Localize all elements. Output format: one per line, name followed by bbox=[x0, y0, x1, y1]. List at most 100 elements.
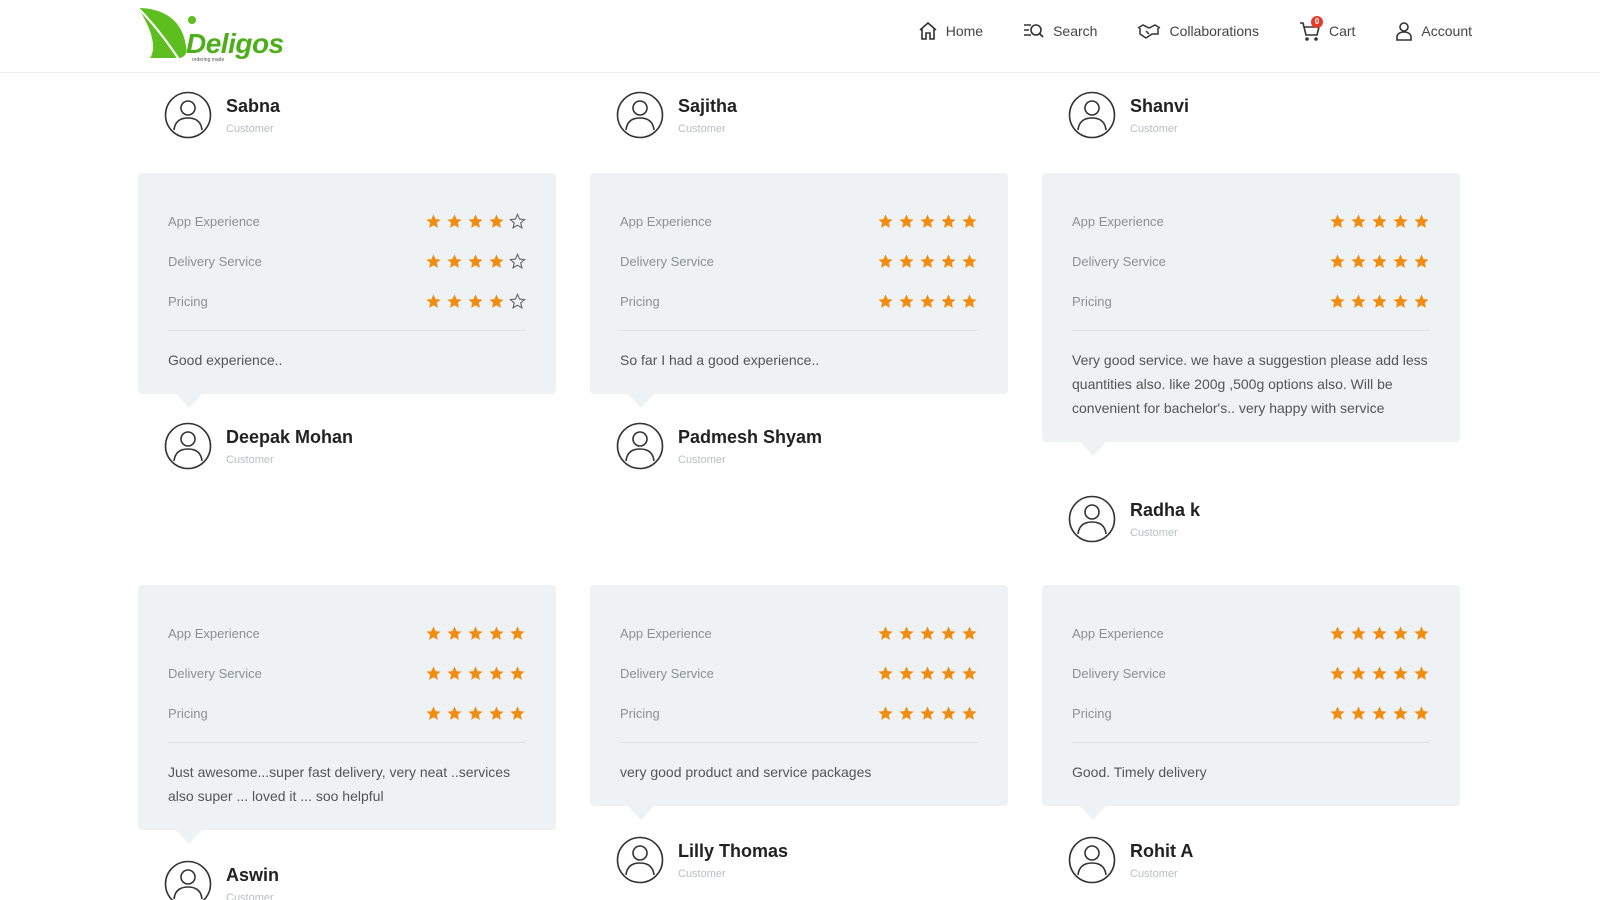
nav-account[interactable]: Account bbox=[1395, 21, 1472, 41]
star-rating bbox=[425, 625, 526, 642]
brand-tagline: ordering made bbox=[192, 57, 225, 63]
rating-label: App Experience bbox=[1072, 625, 1164, 641]
star-rating bbox=[1329, 253, 1430, 270]
star-filled-icon bbox=[1414, 625, 1429, 640]
star-filled-icon bbox=[447, 665, 462, 680]
star-filled-icon bbox=[962, 625, 977, 640]
rating-label: App Experience bbox=[620, 625, 712, 641]
review-comment: Good. Timely delivery bbox=[1072, 764, 1207, 780]
star-filled-icon bbox=[468, 253, 483, 268]
rating-label: Pricing bbox=[168, 293, 208, 309]
star-filled-icon bbox=[878, 213, 893, 228]
avatar-icon bbox=[1068, 91, 1116, 139]
star-filled-icon bbox=[920, 625, 935, 640]
star-filled-icon bbox=[1351, 625, 1366, 640]
rating-label: Pricing bbox=[1072, 705, 1112, 721]
main-nav: Home Search Collaborations 0 Cart Accoun… bbox=[918, 16, 1472, 42]
star-filled-icon bbox=[941, 665, 956, 680]
star-filled-icon bbox=[1414, 213, 1429, 228]
star-filled-icon bbox=[899, 705, 914, 720]
nav-home-label: Home bbox=[945, 23, 984, 39]
review-comment: Very good service. we have a suggestion … bbox=[1072, 352, 1428, 416]
review-card: App Experience Delivery Service Pricing ver… bbox=[590, 585, 1008, 820]
star-filled-icon bbox=[962, 705, 977, 720]
review-author: Padmesh Shyam Customer bbox=[616, 422, 822, 470]
star-empty-icon bbox=[509, 252, 526, 269]
star-filled-icon bbox=[447, 213, 462, 228]
rating-row: Delivery Service bbox=[620, 653, 978, 693]
avatar-icon bbox=[164, 422, 212, 470]
star-rating bbox=[1329, 213, 1430, 230]
star-filled-icon bbox=[1351, 293, 1366, 308]
rating-label: Pricing bbox=[620, 705, 660, 721]
rating-row: Pricing bbox=[1072, 281, 1430, 321]
star-filled-icon bbox=[1372, 253, 1387, 268]
rating-row: Pricing bbox=[168, 693, 526, 733]
star-filled-icon bbox=[1414, 253, 1429, 268]
star-filled-icon bbox=[510, 665, 525, 680]
site-header: Deligos ordering made Home Search Collab… bbox=[0, 0, 1600, 73]
review-comment: So far I had a good experience.. bbox=[620, 352, 820, 368]
review-card: App Experience Delivery Service Pricing Goo… bbox=[138, 173, 556, 408]
review-author: Rohit A Customer bbox=[1068, 836, 1193, 884]
author-name: Deepak Mohan bbox=[226, 426, 354, 447]
rating-row: Delivery Service bbox=[168, 653, 526, 693]
star-filled-icon bbox=[510, 705, 525, 720]
star-filled-icon bbox=[878, 705, 893, 720]
star-filled-icon bbox=[1330, 705, 1345, 720]
rating-row: Pricing bbox=[620, 281, 978, 321]
star-empty-icon bbox=[509, 292, 526, 309]
star-filled-icon bbox=[1393, 293, 1408, 308]
star-filled-icon bbox=[878, 293, 893, 308]
nav-collaborations[interactable]: Collaborations bbox=[1137, 23, 1259, 39]
star-rating bbox=[1329, 705, 1430, 722]
author-role: Customer bbox=[226, 891, 274, 900]
star-filled-icon bbox=[1372, 213, 1387, 228]
nav-cart[interactable]: 0 Cart bbox=[1299, 16, 1355, 42]
star-filled-icon bbox=[962, 293, 977, 308]
star-rating bbox=[425, 212, 526, 230]
review-card: App Experience Delivery Service Pricing So … bbox=[590, 173, 1008, 408]
home-icon bbox=[919, 21, 937, 40]
star-filled-icon bbox=[1414, 665, 1429, 680]
star-filled-icon bbox=[941, 705, 956, 720]
rating-row: Pricing bbox=[168, 281, 526, 321]
star-filled-icon bbox=[878, 625, 893, 640]
rating-row: Pricing bbox=[1072, 693, 1430, 733]
star-filled-icon bbox=[899, 293, 914, 308]
star-filled-icon bbox=[489, 625, 504, 640]
star-filled-icon bbox=[920, 293, 935, 308]
rating-row: App Experience bbox=[620, 201, 978, 241]
star-filled-icon bbox=[447, 625, 462, 640]
author-role: Customer bbox=[678, 867, 726, 880]
cart-count-badge: 0 bbox=[1310, 16, 1323, 28]
search-icon bbox=[1024, 24, 1044, 38]
star-filled-icon bbox=[1372, 705, 1387, 720]
star-filled-icon bbox=[426, 705, 441, 720]
rating-label: Delivery Service bbox=[620, 253, 714, 269]
brand-name: Deligos bbox=[186, 28, 284, 59]
star-filled-icon bbox=[489, 705, 504, 720]
star-rating bbox=[425, 705, 526, 722]
rating-row: App Experience bbox=[1072, 613, 1430, 653]
star-filled-icon bbox=[1330, 625, 1345, 640]
nav-home[interactable]: Home bbox=[918, 21, 983, 41]
rating-label: App Experience bbox=[168, 625, 260, 641]
rating-label: Delivery Service bbox=[620, 665, 714, 681]
star-filled-icon bbox=[1330, 213, 1345, 228]
avatar-icon bbox=[616, 91, 664, 139]
review-author: Aswin Customer bbox=[164, 860, 279, 900]
star-filled-icon bbox=[447, 705, 462, 720]
star-filled-icon bbox=[1330, 253, 1345, 268]
author-role: Customer bbox=[226, 453, 274, 466]
star-filled-icon bbox=[920, 253, 935, 268]
review-author: Radha k Customer bbox=[1068, 495, 1200, 543]
nav-search[interactable]: Search bbox=[1023, 22, 1097, 40]
star-filled-icon bbox=[468, 625, 483, 640]
brand-logo[interactable]: Deligos ordering made bbox=[136, 6, 296, 64]
author-name: Aswin bbox=[226, 864, 280, 885]
rating-row: App Experience bbox=[620, 613, 978, 653]
rating-row: App Experience bbox=[168, 201, 526, 241]
avatar-icon bbox=[1068, 836, 1116, 884]
star-filled-icon bbox=[468, 705, 483, 720]
